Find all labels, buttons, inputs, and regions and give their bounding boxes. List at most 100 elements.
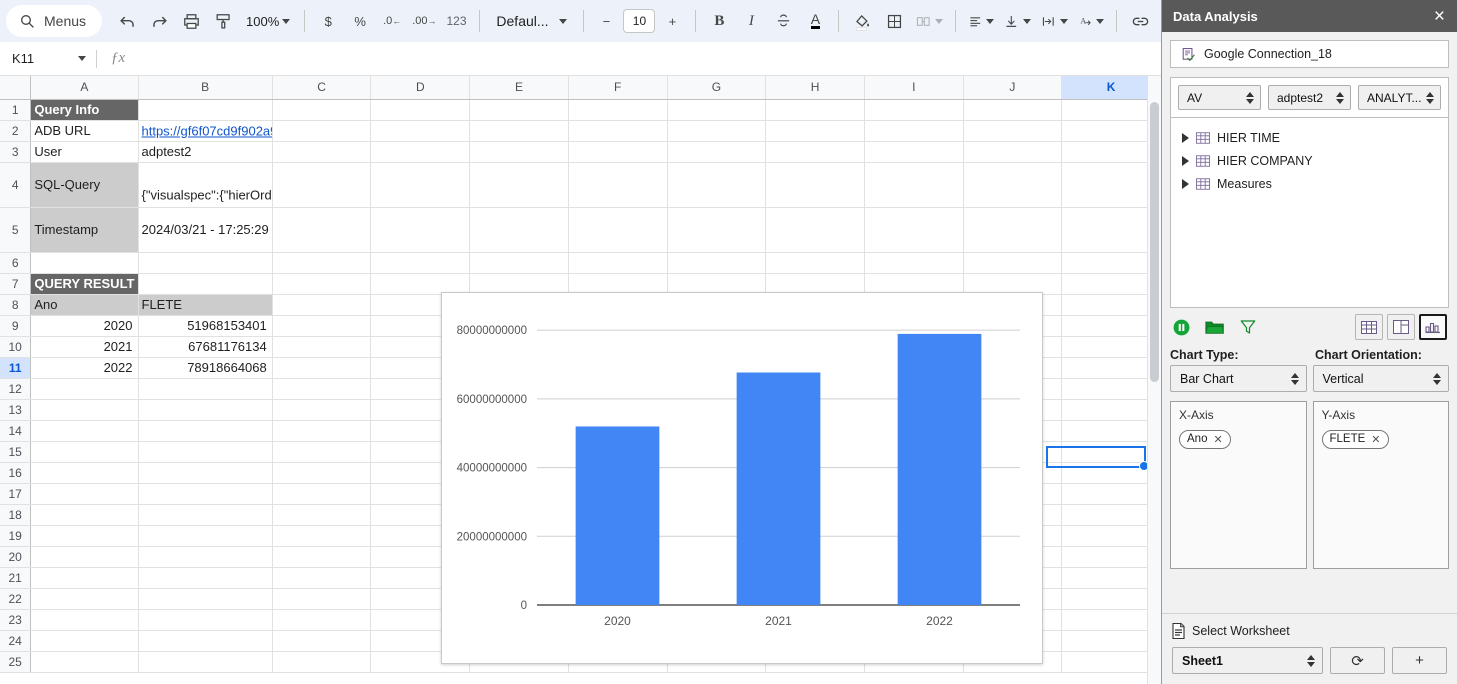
cell-E7[interactable]	[469, 273, 569, 295]
cell-I5[interactable]	[864, 207, 964, 253]
row-header-20[interactable]: 20	[0, 546, 32, 568]
table-view-button[interactable]	[1355, 314, 1383, 340]
cell-F2[interactable]	[568, 120, 668, 142]
cell-K22[interactable]	[1061, 588, 1161, 610]
row-header-22[interactable]: 22	[0, 588, 32, 610]
cell-B8[interactable]: FLETE	[138, 294, 273, 316]
bold-button[interactable]: B	[704, 6, 734, 36]
cell-A3[interactable]: User	[30, 141, 139, 163]
cell-B11[interactable]: 78918664068	[138, 357, 273, 379]
decrease-decimal-button[interactable]: .0 ←	[377, 6, 407, 36]
cell-K11[interactable]	[1061, 357, 1161, 379]
cell-K14[interactable]	[1061, 420, 1161, 442]
vertical-scrollbar-thumb[interactable]	[1150, 102, 1159, 382]
cell-A1[interactable]: Query Info	[30, 99, 139, 121]
column-header-A[interactable]: A	[30, 76, 139, 100]
cell-A9[interactable]: 2020	[30, 315, 139, 337]
cell-J5[interactable]	[963, 207, 1063, 253]
cell-C23[interactable]	[272, 609, 372, 631]
tree-item-hier-company[interactable]: HIER COMPANY	[1177, 149, 1442, 172]
cell-E6[interactable]	[469, 252, 569, 274]
text-rotation-button[interactable]: A	[1074, 6, 1109, 36]
tree-item-measures[interactable]: Measures	[1177, 172, 1442, 195]
cell-F1[interactable]	[568, 99, 668, 121]
close-icon[interactable]: ×	[1434, 7, 1445, 26]
worksheet-select[interactable]: Sheet1	[1172, 647, 1323, 674]
cell-F6[interactable]	[568, 252, 668, 274]
row-header-8[interactable]: 8	[0, 294, 32, 316]
cell-B10[interactable]: 67681176134	[138, 336, 273, 358]
embedded-chart[interactable]: 0 20000000000 40000000000 60000000000 800000…	[441, 292, 1043, 664]
column-header-I[interactable]: I	[864, 76, 964, 100]
row-header-16[interactable]: 16	[0, 462, 32, 484]
cell-K7[interactable]	[1061, 273, 1161, 295]
row-header-23[interactable]: 23	[0, 609, 32, 631]
cell-K3[interactable]	[1061, 141, 1161, 163]
cell-E5[interactable]	[469, 207, 569, 253]
cell-K23[interactable]	[1061, 609, 1161, 631]
column-header-D[interactable]: D	[370, 76, 471, 100]
cell-A20[interactable]	[30, 546, 139, 568]
cell-C1[interactable]	[272, 99, 372, 121]
cell-C10[interactable]	[272, 336, 372, 358]
cell-G2[interactable]	[667, 120, 767, 142]
cell-A12[interactable]	[30, 378, 139, 400]
row-header-11[interactable]: 11	[0, 357, 32, 379]
cell-K13[interactable]	[1061, 399, 1161, 421]
cell-B24[interactable]	[138, 630, 273, 652]
cell-K21[interactable]	[1061, 567, 1161, 589]
vertical-scrollbar[interactable]	[1147, 76, 1161, 684]
cell-K6[interactable]	[1061, 252, 1161, 274]
cell-C18[interactable]	[272, 504, 372, 526]
cell-A24[interactable]	[30, 630, 139, 652]
row-header-5[interactable]: 5	[0, 207, 32, 253]
cell-H1[interactable]	[765, 99, 865, 121]
cell-J3[interactable]	[963, 141, 1063, 163]
cell-B17[interactable]	[138, 483, 273, 505]
chart-type-select[interactable]: Bar Chart	[1170, 365, 1307, 392]
cell-K20[interactable]	[1061, 546, 1161, 568]
cell-C21[interactable]	[272, 567, 372, 589]
cell-A16[interactable]	[30, 462, 139, 484]
cell-D7[interactable]	[370, 273, 471, 295]
cell-H6[interactable]	[765, 252, 865, 274]
cell-C4[interactable]	[272, 162, 372, 208]
chart-view-button[interactable]	[1419, 314, 1447, 340]
vertical-align-button[interactable]	[1000, 6, 1035, 36]
horizontal-align-button[interactable]	[964, 6, 999, 36]
cell-I7[interactable]	[864, 273, 964, 295]
cell-J1[interactable]	[963, 99, 1063, 121]
cell-C19[interactable]	[272, 525, 372, 547]
chevron-right-icon[interactable]	[1182, 178, 1189, 189]
borders-button[interactable]	[879, 6, 909, 36]
cell-B21[interactable]	[138, 567, 273, 589]
cell-G7[interactable]	[667, 273, 767, 295]
cell-B3[interactable]: adptest2	[138, 141, 273, 163]
cell-B2[interactable]: https://gf6f07cd9f902a9-db20220713ninja.…	[138, 120, 273, 142]
select-all-corner[interactable]	[0, 76, 32, 100]
cell-C24[interactable]	[272, 630, 372, 652]
column-header-F[interactable]: F	[568, 76, 668, 100]
font-size-stepper[interactable]: − 10 +	[591, 6, 687, 36]
adb-url-link[interactable]: https://gf6f07cd9f902a9-db20220713ninja.…	[142, 123, 272, 138]
cell-A7[interactable]: QUERY RESULT	[30, 273, 139, 295]
cell-G1[interactable]	[667, 99, 767, 121]
cell-C14[interactable]	[272, 420, 372, 442]
cube-select[interactable]: ANALYT...	[1358, 85, 1441, 110]
y-axis-chip-flete[interactable]: FLETE ✕	[1321, 429, 1389, 449]
cell-B12[interactable]	[138, 378, 273, 400]
cell-J4[interactable]	[963, 162, 1063, 208]
row-header-19[interactable]: 19	[0, 525, 32, 547]
cell-J6[interactable]	[963, 252, 1063, 274]
cell-B18[interactable]	[138, 504, 273, 526]
font-family-selector[interactable]: Defaul...	[488, 6, 574, 36]
cell-C17[interactable]	[272, 483, 372, 505]
cell-A15[interactable]	[30, 441, 139, 463]
cell-K15[interactable]	[1061, 441, 1161, 463]
cell-F7[interactable]	[568, 273, 668, 295]
text-color-button[interactable]: A	[800, 6, 830, 36]
row-header-6[interactable]: 6	[0, 252, 32, 274]
text-wrapping-button[interactable]	[1037, 6, 1072, 36]
row-header-4[interactable]: 4	[0, 162, 32, 208]
row-header-14[interactable]: 14	[0, 420, 32, 442]
